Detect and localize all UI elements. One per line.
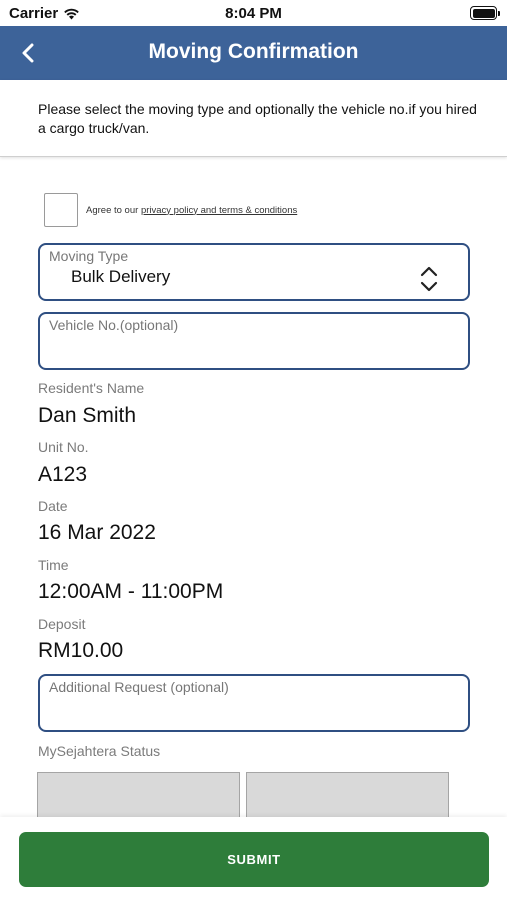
additional-request-placeholder: Additional Request (optional) [49, 679, 229, 695]
date-label: Date [38, 498, 68, 514]
unit-number-value: A123 [38, 463, 88, 486]
status-bar: Carrier 8:04 PM [0, 0, 507, 26]
agree-checkbox[interactable] [44, 193, 78, 227]
status-time: 8:04 PM [225, 5, 282, 22]
vehicle-number-placeholder: Vehicle No.(optional) [49, 317, 179, 333]
battery-icon [470, 6, 500, 20]
bottom-action-bar: SUBMIT [0, 817, 507, 900]
page-title: Moving Confirmation [148, 40, 359, 63]
unit-number-label: Unit No. [38, 439, 89, 455]
moving-type-label: Moving Type [49, 248, 129, 264]
time-value: 12:00AM - 11:00PM [38, 580, 224, 603]
deposit-value: RM10.00 [38, 639, 124, 662]
privacy-terms-link[interactable]: privacy policy and terms & conditions [141, 205, 297, 216]
agree-text: Agree to our privacy policy and terms & … [86, 205, 297, 216]
moving-type-select[interactable]: Moving Type Bulk Delivery [38, 243, 470, 301]
resident-name-value: Dan Smith [38, 404, 137, 427]
navigation-bar: Moving Confirmation [0, 26, 507, 80]
vehicle-number-input[interactable]: Vehicle No.(optional) [38, 312, 470, 370]
moving-type-value: Bulk Delivery [71, 267, 171, 286]
deposit-label: Deposit [38, 616, 86, 632]
instruction-banner: Please select the moving type and option… [0, 80, 507, 157]
additional-request-input[interactable]: Additional Request (optional) [38, 674, 470, 732]
resident-name-label: Resident's Name [38, 380, 145, 396]
instruction-text: Please select the moving type and option… [38, 101, 477, 136]
submit-button[interactable]: SUBMIT [19, 832, 489, 887]
up-down-chevron-icon [420, 266, 438, 292]
mysejahtera-status-label: MySejahtera Status [38, 743, 161, 759]
agreement-row: Agree to our privacy policy and terms & … [44, 192, 297, 228]
agree-prefix: Agree to our [86, 204, 139, 216]
date-value: 16 Mar 2022 [38, 521, 156, 544]
time-label: Time [38, 557, 69, 573]
